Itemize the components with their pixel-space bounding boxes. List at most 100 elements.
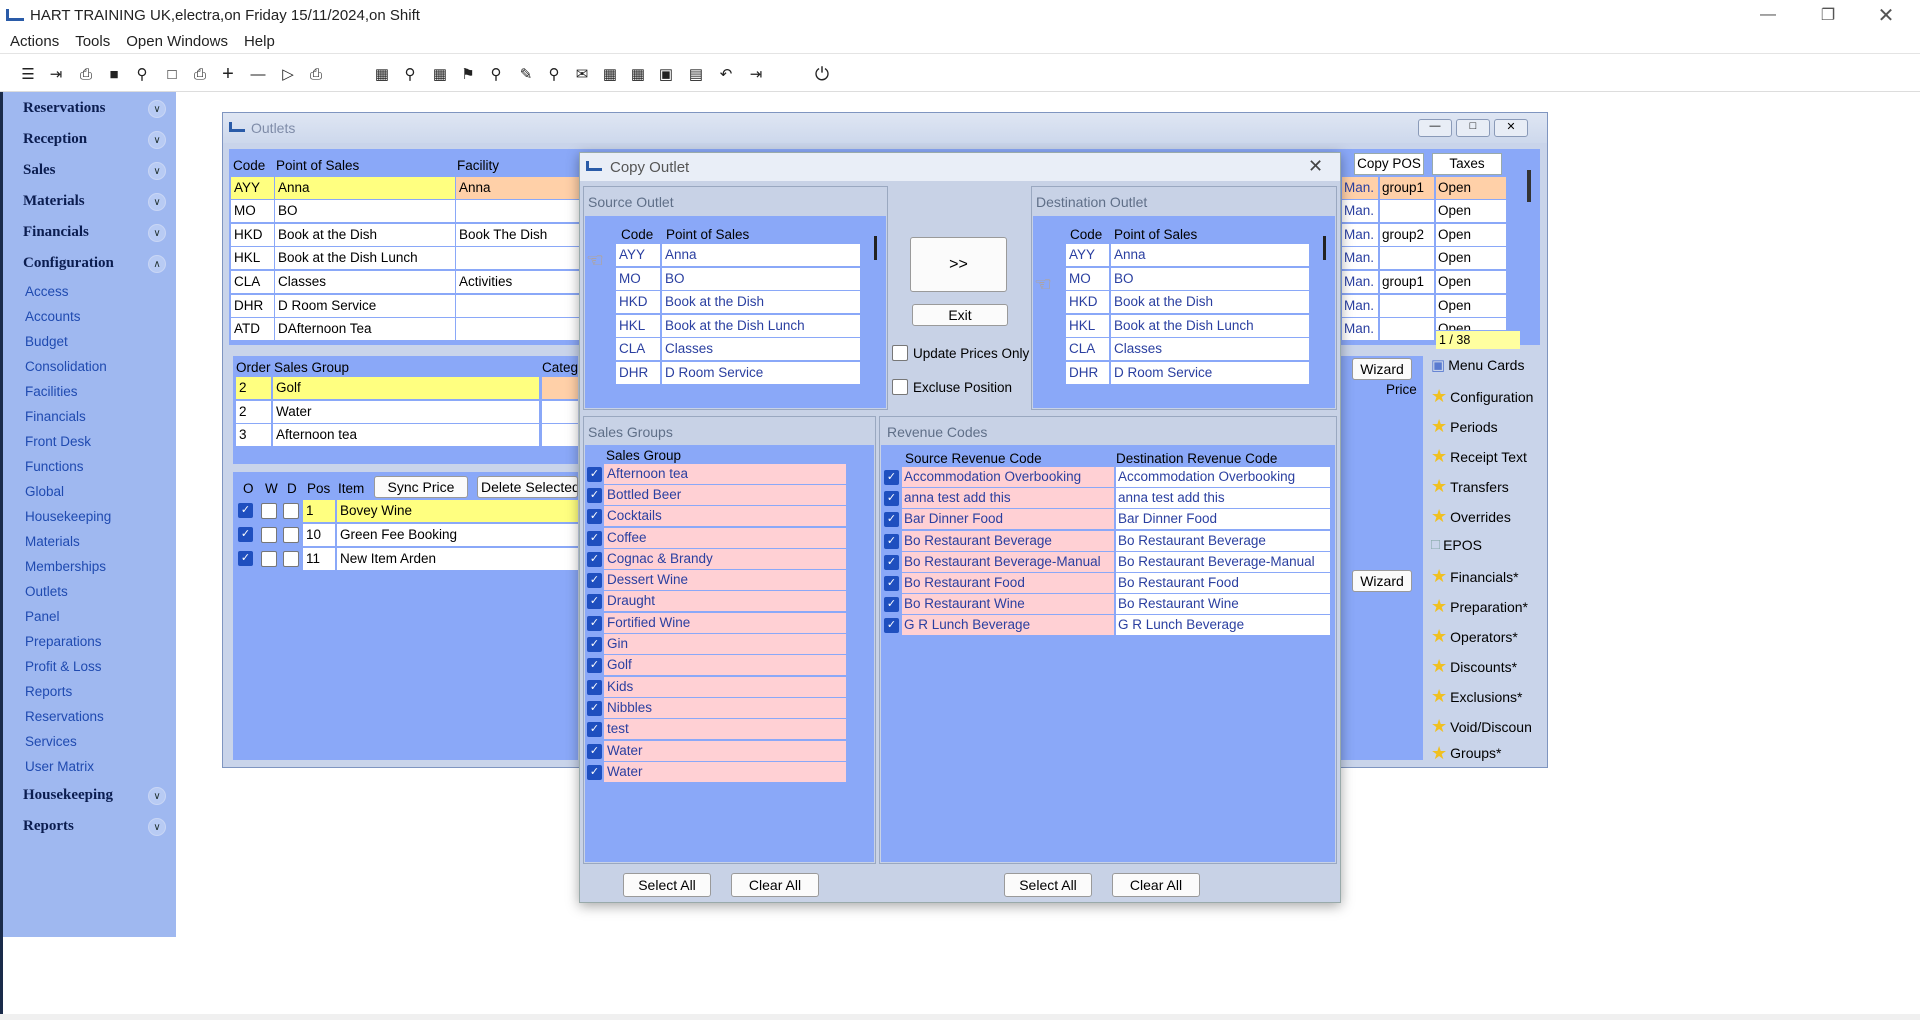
table-cell-code[interactable]: MO bbox=[231, 200, 274, 222]
menu-actions[interactable]: Actions bbox=[10, 33, 59, 50]
financials-link[interactable]: ★ Financials* bbox=[1431, 566, 1519, 587]
next-icon[interactable]: ▷ bbox=[278, 64, 298, 84]
table-cell-pos[interactable]: 10 bbox=[303, 524, 335, 546]
table-cell-category[interactable] bbox=[542, 377, 578, 399]
menu-cards-link[interactable]: ▣ Menu Cards bbox=[1431, 356, 1524, 374]
table-cell-facility[interactable]: Activities bbox=[456, 271, 581, 293]
checkbox-d[interactable] bbox=[283, 551, 299, 567]
exclude-position-checkbox[interactable] bbox=[892, 379, 908, 395]
destination-revenue-code[interactable]: G R Lunch Beverage bbox=[1116, 615, 1330, 635]
add-icon[interactable]: + bbox=[218, 63, 238, 85]
void-discount-link[interactable]: ★ Void/Discoun bbox=[1431, 716, 1539, 737]
nav-link-reservations[interactable]: Reservations bbox=[25, 709, 104, 724]
table-cell-item[interactable]: Bovey Wine bbox=[337, 500, 578, 522]
nav-link-housekeeping[interactable]: Housekeeping bbox=[25, 509, 111, 524]
table-cell-code[interactable]: MO bbox=[616, 268, 660, 290]
table-cell-code[interactable]: AYY bbox=[616, 244, 660, 266]
calculator-icon[interactable]: ▦ bbox=[372, 64, 392, 84]
exit-button[interactable]: Exit bbox=[912, 304, 1008, 326]
table-cell-code[interactable]: MO bbox=[1066, 268, 1109, 290]
scrollbar-thumb[interactable] bbox=[1527, 170, 1531, 202]
sales-group-item[interactable]: Fortified Wine bbox=[604, 613, 846, 633]
source-revenue-code[interactable]: Bo Restaurant Beverage bbox=[902, 531, 1114, 551]
overrides-link[interactable]: ★ Overrides bbox=[1431, 506, 1511, 527]
source-revenue-code[interactable]: Bar Dinner Food bbox=[902, 509, 1114, 529]
table-cell-tax[interactable]: Open bbox=[1436, 295, 1506, 317]
nav-section-housekeeping[interactable]: Housekeeping bbox=[23, 787, 113, 804]
sales-group-checkbox[interactable]: ✓ bbox=[587, 722, 602, 737]
table-cell-man[interactable]: Man. bbox=[1342, 295, 1378, 317]
table-cell-group[interactable] bbox=[1380, 295, 1434, 317]
operators-link[interactable]: ★ Operators* bbox=[1431, 626, 1518, 647]
scrollbar-thumb[interactable] bbox=[874, 236, 877, 260]
chevron-down-icon[interactable]: ∨ bbox=[148, 787, 166, 805]
sales-group-item[interactable]: Golf bbox=[604, 655, 846, 675]
list-icon[interactable]: ☰ bbox=[18, 64, 38, 84]
chevron-down-icon[interactable]: ∨ bbox=[148, 224, 166, 242]
taxes-button[interactable]: Taxes bbox=[1432, 153, 1502, 175]
table-cell-man[interactable]: Man. bbox=[1342, 271, 1378, 293]
sales-group-checkbox[interactable]: ✓ bbox=[587, 467, 602, 482]
nav-link-global[interactable]: Global bbox=[25, 484, 64, 499]
source-revenue-code[interactable]: Bo Restaurant Food bbox=[902, 573, 1114, 593]
revenue-code-checkbox[interactable]: ✓ bbox=[884, 512, 899, 527]
table-cell-pos[interactable]: Book at the Dish bbox=[275, 224, 455, 246]
export-icon[interactable]: ⎙ bbox=[306, 64, 326, 84]
table-cell-code[interactable]: CLA bbox=[1066, 338, 1109, 360]
table-cell-pos[interactable]: Book at the Dish bbox=[662, 291, 860, 313]
table-cell-group[interactable]: group1 bbox=[1380, 271, 1434, 293]
table-cell-order[interactable]: 2 bbox=[236, 377, 271, 399]
table-cell-tax[interactable]: Open bbox=[1436, 177, 1506, 199]
scrollbar-thumb[interactable] bbox=[1323, 236, 1326, 260]
table-cell-facility[interactable]: Anna bbox=[456, 177, 581, 199]
sales-group-item[interactable]: Cocktails bbox=[604, 506, 846, 526]
update-prices-checkbox[interactable] bbox=[892, 345, 908, 361]
sales-group-item[interactable]: Bottled Beer bbox=[604, 485, 846, 505]
table-cell-man[interactable]: Man. bbox=[1342, 224, 1378, 246]
nav-link-front-desk[interactable]: Front Desk bbox=[25, 434, 91, 449]
undo-icon[interactable]: ↶ bbox=[716, 64, 736, 84]
table-cell-item[interactable]: Green Fee Booking bbox=[337, 524, 578, 546]
sales-group-checkbox[interactable]: ✓ bbox=[587, 658, 602, 673]
sales-group-item[interactable]: Dessert Wine bbox=[604, 570, 846, 590]
revenue-code-checkbox[interactable]: ✓ bbox=[884, 576, 899, 591]
sales-group-checkbox[interactable]: ✓ bbox=[587, 744, 602, 759]
checkbox-o[interactable]: ✓ bbox=[238, 527, 253, 542]
sales-group-checkbox[interactable]: ✓ bbox=[587, 488, 602, 503]
chevron-down-icon[interactable]: ∨ bbox=[148, 131, 166, 149]
import-icon[interactable]: ⇥ bbox=[46, 64, 66, 84]
source-revenue-code[interactable]: Accommodation Overbooking bbox=[902, 467, 1114, 487]
table-cell-pos[interactable]: Book at the Dish Lunch bbox=[662, 315, 860, 337]
nav-link-profit-loss[interactable]: Profit & Loss bbox=[25, 659, 102, 674]
table-cell-facility[interactable] bbox=[456, 200, 581, 222]
sales-group-item[interactable]: Gin bbox=[604, 634, 846, 654]
close-icon[interactable]: ✕ bbox=[1858, 0, 1914, 30]
table-cell-code[interactable]: HKL bbox=[231, 247, 274, 269]
table-icon[interactable]: ▦ bbox=[628, 64, 648, 84]
table-cell-code[interactable]: HKL bbox=[616, 315, 660, 337]
printer-icon[interactable]: ⎙ bbox=[190, 64, 210, 84]
menu-open-windows[interactable]: Open Windows bbox=[126, 33, 228, 50]
copy-button[interactable]: >> bbox=[910, 237, 1007, 292]
destination-revenue-code[interactable]: Accommodation Overbooking bbox=[1116, 467, 1330, 487]
table-cell-code[interactable]: CLA bbox=[231, 271, 274, 293]
new-document-icon[interactable]: □ bbox=[162, 64, 182, 84]
table-cell-code[interactable]: HKL bbox=[1066, 315, 1109, 337]
table-cell-man[interactable]: Man. bbox=[1342, 200, 1378, 222]
close-icon[interactable]: ✕ bbox=[1308, 156, 1323, 177]
sales-group-item[interactable]: Water bbox=[604, 762, 846, 782]
table-cell-pos[interactable]: Classes bbox=[1111, 338, 1309, 360]
sales-group-item[interactable]: Draught bbox=[604, 591, 846, 611]
table-cell-tax[interactable]: Open bbox=[1436, 318, 1506, 330]
calendar-icon[interactable]: ▦ bbox=[430, 64, 450, 84]
destination-revenue-code[interactable]: Bo Restaurant Beverage bbox=[1116, 531, 1330, 551]
sales-group-checkbox[interactable]: ✓ bbox=[587, 594, 602, 609]
table-cell-pos[interactable]: D Room Service bbox=[275, 295, 455, 317]
sales-group-checkbox[interactable]: ✓ bbox=[587, 573, 602, 588]
chevron-down-icon[interactable]: ∨ bbox=[148, 162, 166, 180]
table-cell-pos[interactable]: DAfternoon Tea bbox=[275, 318, 455, 340]
nav-section-financials[interactable]: Financials bbox=[23, 224, 89, 241]
sales-group-checkbox[interactable]: ✓ bbox=[587, 701, 602, 716]
restore-icon[interactable]: □ bbox=[1456, 119, 1490, 137]
table-cell-tax[interactable]: Open bbox=[1436, 271, 1506, 293]
